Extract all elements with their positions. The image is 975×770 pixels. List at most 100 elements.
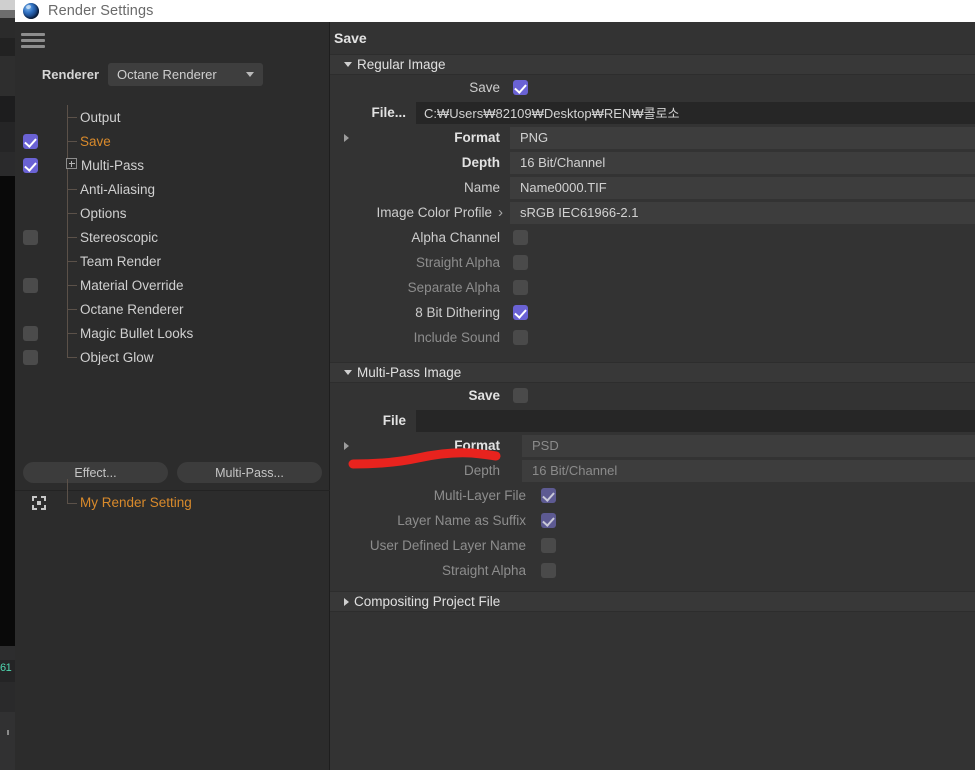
- sidebar-item-label: Save: [80, 133, 111, 149]
- checkbox-multipass-save[interactable]: [513, 388, 528, 403]
- group-header-regular-image[interactable]: Regular Image: [330, 54, 975, 75]
- sidebar-item-save[interactable]: Save: [15, 129, 330, 153]
- field-label: Layer Name as Suffix: [397, 513, 526, 528]
- row-regular-save: Save: [330, 75, 975, 100]
- row-regular-separate-alpha: Separate Alpha: [330, 275, 975, 300]
- row-regular-name: Name Name0000.TIF: [330, 175, 975, 200]
- field-label: Save: [469, 80, 500, 95]
- row-regular-depth: Depth 16 Bit/Channel: [330, 150, 975, 175]
- field-label: File: [382, 413, 406, 428]
- row-user-defined-layer-name: User Defined Layer Name: [330, 533, 975, 558]
- sidebar-checkbox-stereoscopic[interactable]: [23, 229, 38, 245]
- sidebar-checkbox-magic-bullet-looks[interactable]: [23, 325, 38, 341]
- group-header-multipass-image[interactable]: Multi-Pass Image: [330, 362, 975, 383]
- dropdown-regular-depth[interactable]: 16 Bit/Channel: [510, 151, 975, 174]
- settings-content-panel: Save Regular Image Save File... C:₩Users…: [330, 22, 975, 770]
- dropdown-multipass-depth[interactable]: 16 Bit/Channel: [522, 459, 975, 482]
- sidebar-item-team-render[interactable]: Team Render: [15, 249, 330, 273]
- checkbox-multipass-straight-alpha[interactable]: [541, 563, 556, 578]
- field-label: File...: [371, 105, 406, 120]
- tree-branch-line: [67, 333, 77, 334]
- tree-guide-line: [67, 345, 68, 357]
- sidebar-item-magic-bullet-looks[interactable]: Magic Bullet Looks: [15, 321, 330, 345]
- sidebar-item-octane-renderer[interactable]: Octane Renderer: [15, 297, 330, 321]
- checkbox-user-defined-layer-name[interactable]: [541, 538, 556, 553]
- dropdown-regular-format[interactable]: PNG: [510, 126, 975, 149]
- sidebar-item-material-override[interactable]: Material Override: [15, 273, 330, 297]
- tree-branch-line: [67, 261, 77, 262]
- chevron-right-icon[interactable]: ›: [498, 205, 503, 220]
- field-label: Save: [468, 388, 500, 403]
- checkbox-separate-alpha[interactable]: [513, 280, 528, 295]
- render-setting-label: My Render Setting: [80, 495, 192, 510]
- background-app-strip: 61: [0, 0, 15, 770]
- sidebar-item-stereoscopic[interactable]: Stereoscopic: [15, 225, 330, 249]
- field-label: Format: [454, 438, 500, 453]
- sidebar-checkbox-save[interactable]: [23, 133, 38, 149]
- sidebar-action-buttons: Effect... Multi-Pass...: [15, 462, 330, 486]
- sidebar-item-multi-pass[interactable]: Multi-Pass: [15, 153, 330, 177]
- sidebar-item-options[interactable]: Options: [15, 201, 330, 225]
- input-regular-file-path[interactable]: C:₩Users₩82109₩Desktop₩REN₩콜로소: [416, 101, 975, 124]
- checkbox-straight-alpha[interactable]: [513, 255, 528, 270]
- field-label: Multi-Layer File: [433, 488, 526, 503]
- hamburger-menu-icon[interactable]: [21, 33, 45, 51]
- effect-button[interactable]: Effect...: [23, 462, 168, 483]
- tree-branch-line: [67, 357, 77, 358]
- dropdown-multipass-format[interactable]: PSD: [522, 434, 975, 457]
- checkbox-alpha-channel[interactable]: [513, 230, 528, 245]
- render-frame-icon[interactable]: [32, 495, 46, 510]
- group-label: Multi-Pass Image: [357, 365, 462, 380]
- sidebar-item-object-glow[interactable]: Object Glow: [15, 345, 330, 369]
- render-setting-row[interactable]: My Render Setting: [15, 479, 330, 514]
- row-multipass-file: File: [330, 408, 975, 433]
- sidebar-item-label: Magic Bullet Looks: [80, 325, 194, 341]
- field-label: Alpha Channel: [411, 230, 500, 245]
- window-title: Render Settings: [48, 3, 154, 19]
- bg-row-10: [0, 712, 15, 770]
- bg-row-4: [0, 96, 15, 122]
- sidebar-item-anti-aliasing[interactable]: Anti-Aliasing: [15, 177, 330, 201]
- sidebar-item-label: Team Render: [80, 253, 162, 269]
- checkbox-include-sound[interactable]: [513, 330, 528, 345]
- checkbox-8bit-dithering[interactable]: [513, 305, 528, 320]
- row-regular-straight-alpha: Straight Alpha: [330, 250, 975, 275]
- sidebar-checkbox-material-override[interactable]: [23, 277, 38, 293]
- checkbox-layer-name-as-suffix[interactable]: [541, 513, 556, 528]
- tree-branch-line: [67, 189, 77, 190]
- sidebar-item-label: Octane Renderer: [80, 301, 184, 317]
- dropdown-regular-name[interactable]: Name0000.TIF: [510, 176, 975, 199]
- sidebar-checkbox-object-glow[interactable]: [23, 349, 38, 365]
- checkbox-regular-save[interactable]: [513, 80, 528, 95]
- sidebar-item-label: Anti-Aliasing: [80, 181, 156, 197]
- dropdown-regular-color-profile[interactable]: sRGB IEC61966-2.1: [510, 201, 975, 224]
- row-multipass-depth: Depth 16 Bit/Channel: [330, 458, 975, 483]
- bg-row-6: [0, 152, 15, 176]
- sidebar-item-label: Stereoscopic: [80, 229, 159, 245]
- sidebar-item-label: Object Glow: [80, 349, 154, 365]
- bg-row-7: [0, 646, 15, 660]
- row-multipass-straight-alpha: Straight Alpha: [330, 558, 975, 583]
- chevron-down-icon: [246, 71, 254, 77]
- renderer-dropdown[interactable]: Octane Renderer: [108, 62, 263, 86]
- bg-marker: [7, 730, 9, 735]
- row-regular-color-profile: Image Color Profile › sRGB IEC61966-2.1: [330, 200, 975, 225]
- input-multipass-file-path[interactable]: [416, 409, 975, 432]
- window-titlebar: Render Settings: [15, 0, 975, 22]
- bg-status-text: 61: [0, 662, 12, 674]
- bg-row-5: [0, 122, 15, 152]
- triangle-right-icon: [344, 597, 349, 606]
- group-header-compositing-project-file[interactable]: Compositing Project File: [330, 591, 975, 612]
- expand-plus-icon[interactable]: [66, 158, 77, 169]
- field-label: Format: [454, 130, 500, 145]
- tree-branch-line: [67, 285, 77, 286]
- multi-pass-button[interactable]: Multi-Pass...: [177, 462, 322, 483]
- sidebar-item-output[interactable]: Output: [15, 105, 330, 129]
- row-multipass-format: Format PSD: [330, 433, 975, 458]
- bg-toolbar: [0, 0, 15, 10]
- triangle-down-icon: [344, 370, 352, 375]
- checkbox-multi-layer-file[interactable]: [541, 488, 556, 503]
- sidebar-checkbox-multi-pass[interactable]: [23, 157, 38, 173]
